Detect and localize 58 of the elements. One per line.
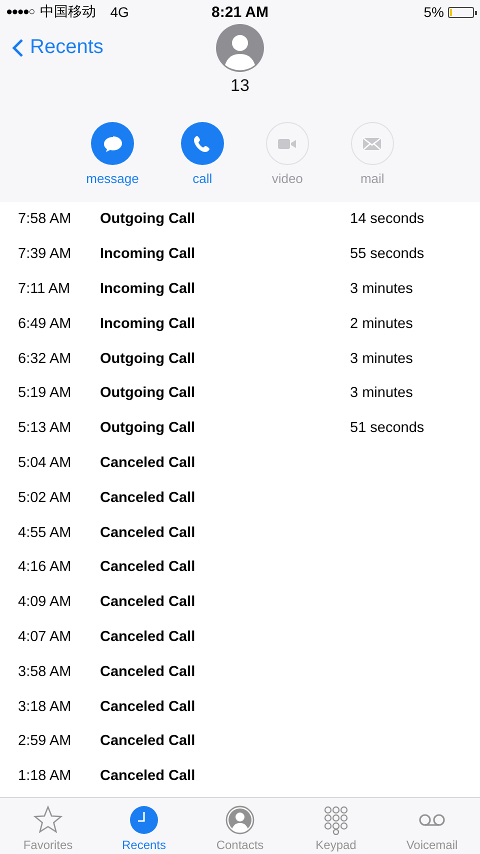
call-duration: 3 minutes	[350, 350, 414, 367]
star-icon	[33, 805, 63, 835]
call-type: Incoming Call	[100, 246, 196, 262]
call-time: 7:39 AM	[18, 246, 72, 262]
call-type: Canceled Call	[100, 768, 196, 784]
battery-icon	[448, 6, 474, 18]
call-duration: 2 minutes	[350, 316, 414, 332]
clock-time: 8:21 AM	[212, 4, 268, 20]
call-time: 5:04 AM	[18, 454, 72, 471]
battery-percent: 5%	[424, 4, 444, 20]
voicemail-tab[interactable]: Voicemail	[384, 798, 480, 854]
call-time: 5:02 AM	[18, 490, 72, 506]
person-icon	[225, 805, 255, 835]
call-type: Canceled Call	[100, 733, 196, 750]
call-duration: 3 minutes	[350, 280, 414, 297]
call-type: Canceled Call	[100, 698, 196, 715]
call-time: 4:55 AM	[18, 524, 72, 541]
call-duration: 3 minutes	[350, 385, 414, 402]
call-type: Outgoing Call	[100, 420, 196, 436]
recents-tab[interactable]: Recents	[96, 798, 192, 854]
call-time: 5:19 AM	[18, 385, 72, 402]
call-duration: 14 seconds	[350, 211, 426, 228]
call-time: 5:13 AM	[18, 420, 72, 436]
call-time: 6:49 AM	[18, 316, 72, 332]
call-time: 4:09 AM	[18, 594, 72, 610]
call-type: Canceled Call	[100, 490, 196, 506]
call-type: Canceled Call	[100, 628, 196, 645]
call-time: 1:18 AM	[18, 768, 72, 784]
call-time: 3:58 AM	[18, 664, 72, 680]
call-type: Incoming Call	[100, 316, 196, 332]
call-time: 4:07 AM	[18, 628, 72, 645]
network-type: 4G	[110, 4, 129, 20]
phone-number: 13	[230, 76, 250, 95]
keypad-tab[interactable]: Keypad	[288, 798, 384, 854]
call-duration: 51 seconds	[350, 420, 426, 436]
call-time: 7:11 AM	[18, 280, 72, 297]
call-type: Canceled Call	[100, 594, 196, 610]
contacts-tab[interactable]: Contacts	[192, 798, 288, 854]
call-time: 7:58 AM	[18, 211, 72, 228]
call-type: Canceled Call	[100, 664, 196, 680]
call-duration: 55 seconds	[350, 246, 426, 262]
call-time: 4:16 AM	[18, 559, 72, 576]
call-type: Incoming Call	[100, 280, 196, 297]
chevron-left-icon	[12, 38, 24, 58]
carrier-name: 中国移动	[40, 3, 96, 21]
call-type: Outgoing Call	[100, 211, 196, 228]
call-type: Canceled Call	[100, 524, 196, 541]
back-button[interactable]: Recents	[12, 36, 104, 59]
call-type: Outgoing Call	[100, 385, 196, 402]
call-time: 6:32 AM	[18, 350, 72, 367]
call-type: Canceled Call	[100, 559, 196, 576]
call-time: 2:59 AM	[18, 733, 72, 750]
call-type: Canceled Call	[100, 454, 196, 471]
call-time: 3:18 AM	[18, 698, 72, 715]
clock-icon	[129, 805, 159, 835]
signal-dots: ●●●●○	[6, 6, 34, 18]
favorites-tab[interactable]: Favorites	[0, 798, 96, 854]
call-type: Outgoing Call	[100, 350, 196, 367]
